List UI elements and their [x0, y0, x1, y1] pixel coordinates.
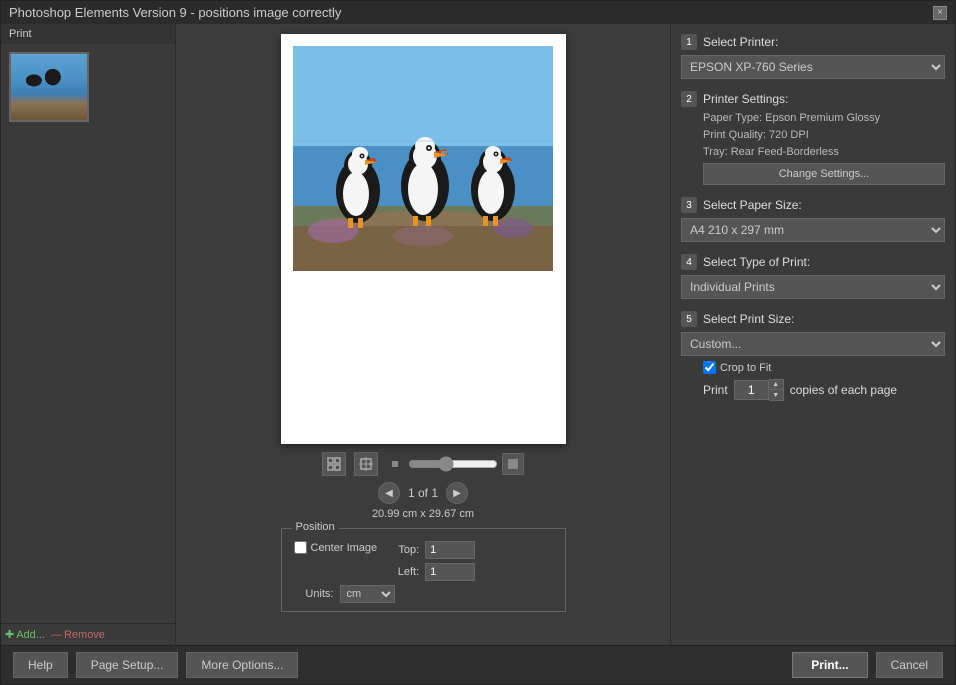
page-info: 1 of 1 [408, 486, 438, 500]
main-body: Print ✚ Add... — Remove [1, 24, 955, 645]
units-row: Units: cm in px [294, 585, 553, 603]
crop-row: Crop to Fit [681, 361, 945, 374]
dimensions-text: 20.99 cm x 29.67 cm [372, 508, 474, 520]
actual-size-button[interactable] [354, 452, 378, 476]
position-fields: Top: Left: [389, 541, 475, 581]
next-page-button[interactable]: ▶ [446, 482, 468, 504]
section-printer-settings-header: 2 Printer Settings: [681, 91, 945, 107]
crop-checkbox-label: Crop to Fit [703, 361, 771, 374]
page-setup-button[interactable]: Page Setup... [76, 652, 179, 678]
section-print-type-title: Select Type of Print: [703, 255, 810, 269]
section-printer-settings: 2 Printer Settings: Paper Type: Epson Pr… [681, 91, 945, 185]
position-box: Position Center Image Top: [281, 528, 566, 612]
crop-checkbox[interactable] [703, 361, 716, 374]
tray-info: Tray: Rear Feed-Borderless [681, 146, 945, 158]
section-paper-size-header: 3 Select Paper Size: [681, 197, 945, 213]
prev-page-button[interactable]: ◀ [378, 482, 400, 504]
printer-select[interactable]: EPSON XP-760 Series [681, 55, 945, 79]
fit-page-button[interactable] [322, 452, 346, 476]
print-type-select[interactable]: Individual Prints Picture Package Contac… [681, 275, 945, 299]
copies-down-button[interactable]: ▼ [769, 390, 783, 400]
position-legend: Position [292, 521, 339, 533]
minus-icon: — [51, 629, 62, 641]
section-print-size-title: Select Print Size: [703, 312, 794, 326]
center-image-checkbox[interactable] [294, 541, 307, 554]
copies-input[interactable] [734, 380, 769, 400]
add-button[interactable]: ✚ Add... [5, 628, 45, 641]
zoom-small-icon [386, 455, 404, 473]
section-print-type: 4 Select Type of Print: Individual Print… [681, 254, 945, 299]
remove-label: Remove [64, 629, 105, 641]
paper-size-select[interactable]: A4 210 x 297 mm Letter 8.5 x 11 in A3 29… [681, 218, 945, 242]
bottom-bar: Help Page Setup... More Options... Print… [1, 645, 955, 684]
section-num-3: 3 [681, 197, 697, 213]
section-print-size-header: 5 Select Print Size: [681, 311, 945, 327]
right-panel: 1 Select Printer: EPSON XP-760 Series 2 … [670, 24, 955, 645]
bottom-left-buttons: Help Page Setup... More Options... [13, 652, 298, 678]
title-bar: Photoshop Elements Version 9 - positions… [1, 1, 955, 24]
section-paper-size-title: Select Paper Size: [703, 198, 802, 212]
nav-row: ◀ 1 of 1 ▶ [378, 482, 468, 504]
change-settings-button[interactable]: Change Settings... [703, 163, 945, 185]
center-image-label: Center Image [311, 542, 378, 554]
cancel-button[interactable]: Cancel [876, 652, 943, 678]
copies-suffix: copies of each page [790, 383, 897, 397]
main-window: Photoshop Elements Version 9 - positions… [0, 0, 956, 685]
top-input[interactable] [425, 541, 475, 559]
puffin-painting [293, 46, 553, 271]
section-num-2: 2 [681, 91, 697, 107]
section-num-4: 4 [681, 254, 697, 270]
print-size-select[interactable]: Custom... 4 x 6 in 5 x 7 in 8 x 10 in [681, 332, 945, 356]
crop-label: Crop to Fit [720, 362, 771, 374]
section-printer: 1 Select Printer: EPSON XP-760 Series [681, 34, 945, 79]
section-printer-title: Select Printer: [703, 35, 778, 49]
section-print-type-header: 4 Select Type of Print: [681, 254, 945, 270]
zoom-slider-container [386, 453, 524, 475]
preview-image [293, 46, 553, 271]
top-field-row: Top: [389, 541, 475, 559]
units-select[interactable]: cm in px [340, 585, 395, 603]
section-printer-settings-title: Printer Settings: [703, 92, 788, 106]
center-image-checkbox-label: Center Image [294, 541, 378, 554]
section-print-size: 5 Select Print Size: Custom... 4 x 6 in … [681, 311, 945, 401]
section-paper-size: 3 Select Paper Size: A4 210 x 297 mm Let… [681, 197, 945, 242]
add-label: Add... [16, 629, 45, 641]
print-label: Print [703, 383, 728, 397]
zoom-slider[interactable] [408, 456, 498, 472]
preview-area [281, 34, 566, 444]
bottom-right-buttons: Print... Cancel [792, 652, 943, 678]
left-field-row: Left: [389, 563, 475, 581]
thumbnail-image [11, 54, 87, 120]
top-label: Top: [389, 544, 419, 556]
plus-icon: ✚ [5, 628, 14, 641]
center-panel: ◀ 1 of 1 ▶ 20.99 cm x 29.67 cm Position … [176, 24, 670, 645]
section-printer-header: 1 Select Printer: [681, 34, 945, 50]
print-copies-row: Print ▲ ▼ copies of each page [681, 379, 945, 401]
left-input[interactable] [425, 563, 475, 581]
units-label: Units: [294, 588, 334, 600]
left-panel: Print ✚ Add... — Remove [1, 24, 176, 645]
toolbar-row [322, 452, 524, 476]
help-button[interactable]: Help [13, 652, 68, 678]
paper-type-info: Paper Type: Epson Premium Glossy [681, 112, 945, 124]
print-button[interactable]: Print... [792, 652, 867, 678]
print-label: Print [1, 24, 175, 44]
left-label: Left: [389, 566, 419, 578]
more-options-button[interactable]: More Options... [186, 652, 298, 678]
thumbnail-area [1, 44, 175, 623]
zoom-large-icon [502, 453, 524, 475]
section-num-1: 1 [681, 34, 697, 50]
section-num-5: 5 [681, 311, 697, 327]
thumbnail-item[interactable] [9, 52, 89, 122]
thumbnail-footer: ✚ Add... — Remove [1, 623, 175, 645]
spinner-buttons: ▲ ▼ [769, 379, 784, 401]
quality-info: Print Quality: 720 DPI [681, 129, 945, 141]
window-title: Photoshop Elements Version 9 - positions… [9, 5, 341, 20]
copies-spinner: ▲ ▼ [734, 379, 784, 401]
close-button[interactable]: × [933, 6, 947, 20]
copies-up-button[interactable]: ▲ [769, 380, 783, 390]
remove-button[interactable]: — Remove [51, 629, 105, 641]
center-image-row: Center Image [294, 541, 378, 554]
